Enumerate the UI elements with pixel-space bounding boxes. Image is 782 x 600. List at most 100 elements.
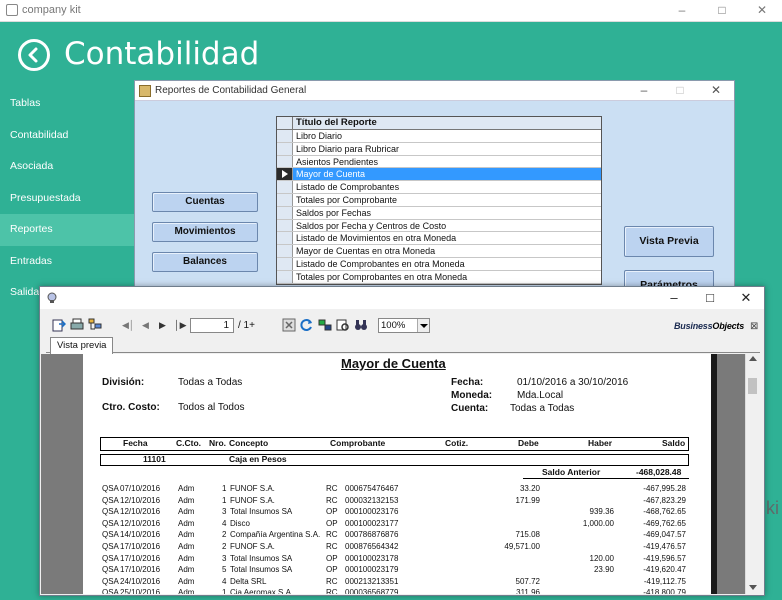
- scroll-down-icon[interactable]: [749, 585, 757, 590]
- row-selector[interactable]: [277, 219, 293, 232]
- vertical-scrollbar[interactable]: [745, 354, 757, 594]
- report-list-item[interactable]: Listado de Comprobantes: [277, 181, 601, 194]
- report-list-item[interactable]: Saldos por Fecha y Centros de Costo: [277, 219, 601, 233]
- cell-fecha: 25/10/2016: [120, 588, 161, 594]
- cell-nro: 2: [222, 530, 227, 540]
- app-maximize-button[interactable]: □: [702, 0, 742, 22]
- sidebar-item-tablas[interactable]: Tablas: [0, 88, 134, 120]
- sidebar-item-asociada[interactable]: Asociada: [0, 151, 134, 183]
- row-selector[interactable]: [277, 130, 293, 142]
- cell-saldo: -469,047.57: [643, 530, 686, 540]
- cell-comp: 000100023178: [345, 553, 399, 563]
- report-list-item[interactable]: Libro Diario para Rubricar: [277, 142, 601, 156]
- report-list-item[interactable]: Libro Diario: [277, 130, 601, 143]
- cell-concepto: Compañía Argentina S.A.: [230, 530, 321, 540]
- sidebar-item-reportes[interactable]: Reportes: [0, 214, 134, 246]
- previous-page-icon[interactable]: ◀: [142, 320, 149, 331]
- report-icon: [139, 85, 151, 97]
- print-icon[interactable]: [70, 318, 84, 332]
- chevron-down-icon[interactable]: [417, 319, 429, 332]
- movimientos-button[interactable]: Movimientos: [152, 222, 258, 242]
- cell-haber: 120.00: [589, 553, 614, 563]
- division-value: Todas a Todas: [178, 377, 243, 388]
- cell-comp: 000100023179: [345, 565, 399, 575]
- binoculars-icon[interactable]: [354, 318, 368, 332]
- group-tree-icon[interactable]: [88, 318, 102, 332]
- preview-app-icon: [47, 292, 57, 303]
- cell-saldo: -467,995.28: [643, 484, 686, 493]
- cell-tipo: OP: [326, 553, 338, 563]
- scroll-thumb[interactable]: [748, 378, 757, 394]
- cell-cc: Adm: [178, 565, 195, 575]
- first-page-icon[interactable]: ◀│: [122, 320, 135, 331]
- app-close-button[interactable]: ✕: [742, 0, 782, 22]
- row-selector[interactable]: [277, 193, 293, 206]
- vista-previa-button[interactable]: Vista Previa: [624, 226, 714, 257]
- row-selector[interactable]: [277, 181, 293, 193]
- sidebar-item-contabilidad[interactable]: Contabilidad: [0, 120, 134, 152]
- cell-fecha: 17/10/2016: [120, 542, 161, 551]
- balances-button[interactable]: Balances: [152, 252, 258, 272]
- report-list-item[interactable]: Saldos por Fechas: [277, 206, 601, 220]
- close-view-icon[interactable]: ⊠: [750, 321, 758, 332]
- sidebar-item-presupuestada[interactable]: Presupuestada: [0, 183, 134, 215]
- refresh-icon[interactable]: [300, 318, 314, 332]
- cell-fecha: 12/10/2016: [120, 518, 161, 528]
- cell-concepto: FUNOF S.A.: [230, 495, 275, 505]
- row-selector[interactable]: [277, 270, 293, 283]
- reports-dialog-titlebar: Reportes de Contabilidad General – □ ✕: [135, 81, 734, 101]
- row-selector[interactable]: [277, 245, 293, 257]
- cell-tipo: OP: [326, 565, 338, 575]
- cell-debe: 171.99: [515, 495, 540, 505]
- search-text-icon[interactable]: [336, 318, 350, 332]
- account-name: Caja en Pesos: [229, 454, 287, 464]
- cell-comp: 000675476467: [345, 484, 399, 493]
- zoom-select[interactable]: 100%: [378, 318, 430, 333]
- dialog-close-button[interactable]: ✕: [698, 81, 734, 99]
- report-list-item[interactable]: Asientos Pendientes: [277, 155, 601, 169]
- dialog-maximize-button[interactable]: □: [662, 81, 698, 99]
- cell-debe: 311.96: [516, 588, 540, 594]
- cell-nro: 1: [222, 484, 227, 493]
- cell-saldo: -419,476.57: [643, 542, 686, 551]
- toggle-tree-icon[interactable]: [318, 318, 332, 332]
- preview-close-button[interactable]: ✕: [728, 287, 764, 309]
- row-selector-arrow-icon[interactable]: [277, 168, 293, 181]
- page-shadow: [711, 354, 717, 594]
- report-list-item[interactable]: Mayor de Cuenta: [277, 168, 601, 182]
- division-label: División:: [102, 377, 145, 388]
- row-selector[interactable]: [277, 232, 293, 245]
- report-name: Saldos por Fecha y Centros de Costo: [296, 220, 447, 231]
- row-selector[interactable]: [277, 257, 293, 270]
- export-icon[interactable]: [52, 318, 66, 332]
- reports-grid[interactable]: Título del Reporte Libro Diario Libro Dia…: [276, 116, 602, 285]
- last-page-icon[interactable]: │▶: [174, 320, 187, 331]
- preview-maximize-button[interactable]: □: [692, 287, 728, 309]
- sidebar-item-entradas[interactable]: Entradas: [0, 246, 134, 278]
- cell-cc: Adm: [178, 576, 195, 586]
- report-list-item[interactable]: Listado de Comprobantes en otra Moneda: [277, 257, 601, 271]
- preview-minimize-button[interactable]: –: [656, 287, 692, 309]
- row-selector[interactable]: [277, 142, 293, 155]
- reports-dialog-title: Reportes de Contabilidad General: [155, 85, 307, 96]
- cuentas-button[interactable]: Cuentas: [152, 192, 258, 212]
- back-arrow-icon[interactable]: [18, 39, 50, 71]
- row-selector[interactable]: [277, 155, 293, 168]
- dialog-minimize-button[interactable]: –: [626, 81, 662, 99]
- report-list-item[interactable]: Totales por Comprobante: [277, 193, 601, 207]
- table-row: QSA 24/10/2016 Adm 4 Delta SRL RC 000213213351…: [100, 577, 700, 589]
- report-list-item[interactable]: Totales por Comprobantes en otra Moneda: [277, 270, 601, 284]
- report-name: Libro Diario para Rubricar: [296, 143, 400, 154]
- report-list-item[interactable]: Mayor de Cuentas en otra Moneda: [277, 245, 601, 258]
- next-page-icon[interactable]: ▶: [159, 320, 166, 331]
- tab-vista-previa[interactable]: Vista previa: [50, 337, 114, 354]
- scroll-up-icon[interactable]: [749, 356, 757, 361]
- row-selector[interactable]: [277, 206, 293, 219]
- cell-comp: 000786876876: [345, 530, 399, 540]
- page-number-input[interactable]: 1: [190, 318, 234, 333]
- col-ccto: C.Cto.: [176, 438, 202, 448]
- app-minimize-button[interactable]: –: [662, 0, 702, 22]
- report-viewport[interactable]: Mayor de Cuenta División: Todas a Todas …: [41, 354, 757, 594]
- report-list-item[interactable]: Listado de Movimientos en otra Moneda: [277, 232, 601, 246]
- stop-icon[interactable]: [282, 318, 296, 332]
